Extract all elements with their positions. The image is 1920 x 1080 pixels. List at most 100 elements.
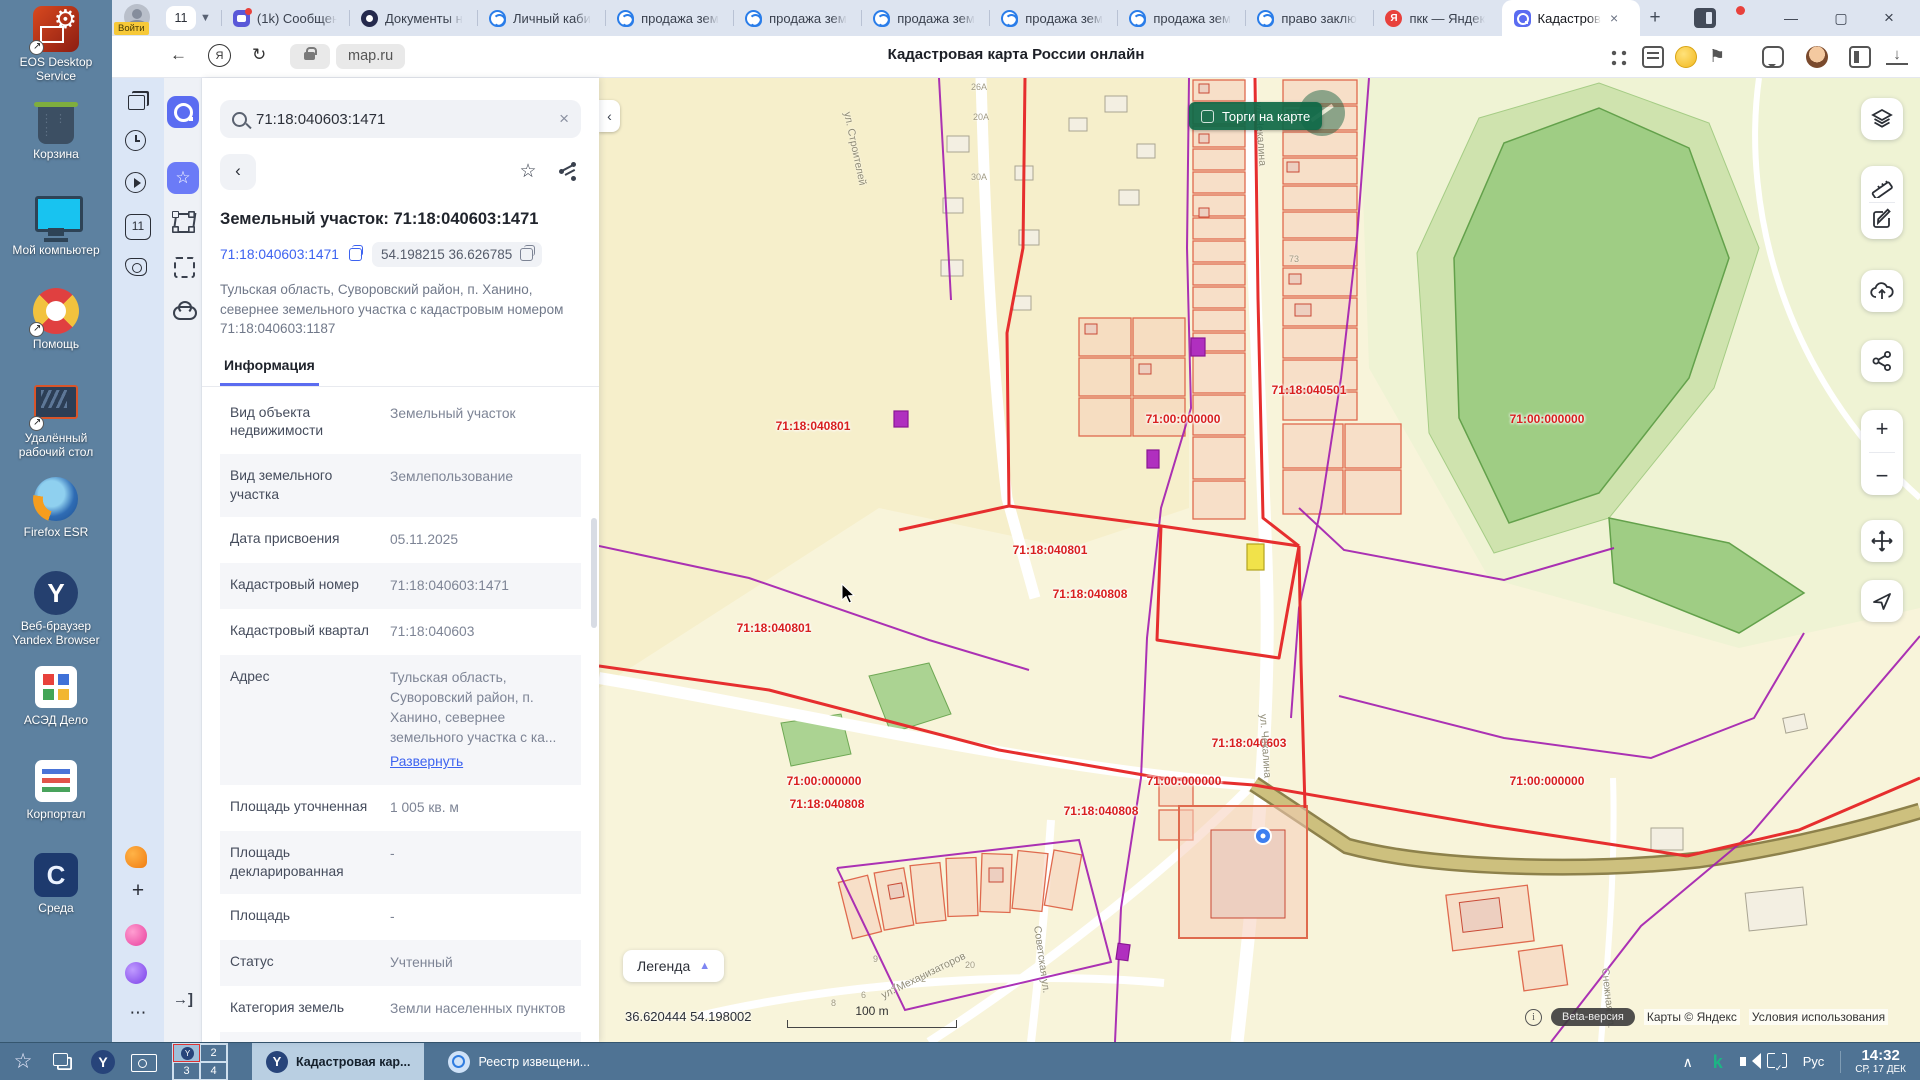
windows-list-icon[interactable] <box>46 1047 80 1077</box>
collapse-sidebar-icon[interactable]: →] <box>167 984 199 1016</box>
yandex-home-icon[interactable]: Я <box>208 44 231 67</box>
collapse-panel-button[interactable]: ‹ <box>599 100 620 132</box>
browser-tab[interactable]: продажа зем <box>733 0 861 36</box>
copy-icon[interactable] <box>349 248 362 261</box>
add-panel-icon[interactable]: + <box>125 878 151 904</box>
desktop-icon[interactable]: EOS Desktop Service <box>0 6 112 100</box>
messenger-dot-icon[interactable] <box>125 924 147 946</box>
chat-icon[interactable] <box>1762 46 1784 68</box>
new-tab-button[interactable]: + <box>1640 7 1670 29</box>
upload-button[interactable] <box>1861 270 1903 312</box>
workspace-1-current[interactable] <box>173 1044 200 1062</box>
layers-button[interactable] <box>1861 98 1903 140</box>
keyboard-layout[interactable]: Рус <box>1793 1054 1835 1069</box>
close-window-button[interactable]: × <box>1878 8 1900 28</box>
tab-count-pill[interactable]: 11 <box>166 6 196 30</box>
browser-tab[interactable]: право заклю <box>1245 0 1373 36</box>
workspace-cell[interactable]: 4 <box>200 1062 227 1080</box>
services-dot-icon[interactable] <box>125 962 147 984</box>
browser-tab[interactable]: Кадастров × <box>1502 0 1640 36</box>
panel-scrollbar[interactable] <box>591 518 597 628</box>
history-icon[interactable] <box>125 130 146 151</box>
browser-tab[interactable]: продажа зем <box>989 0 1117 36</box>
cadastral-map[interactable]: 71:18:04080171:00:00000071:18:04050171:0… <box>599 78 1920 1042</box>
tab-information[interactable]: Информация <box>220 357 319 386</box>
minimize-button[interactable]: — <box>1780 8 1802 28</box>
chevron-down-icon[interactable]: ▼ <box>200 12 211 24</box>
favorites-button[interactable]: ☆ <box>167 162 199 194</box>
desktop-icon[interactable]: Веб-браузер Yandex Browser <box>0 570 112 664</box>
coordinates-pill[interactable]: 54.198215 36.626785 <box>372 242 542 267</box>
desktop-icon[interactable]: Среда <box>0 852 112 946</box>
alice-icon[interactable] <box>125 846 147 868</box>
ruler-icon[interactable] <box>1870 174 1894 198</box>
login-badge[interactable]: Войти <box>114 22 149 35</box>
share-icon[interactable] <box>555 159 581 185</box>
more-options-icon[interactable]: ⋯ <box>125 1000 151 1026</box>
pan-button[interactable] <box>1861 520 1903 562</box>
bookmark-flag-icon[interactable] <box>1709 46 1731 68</box>
search-value[interactable]: 71:18:040603:1471 <box>256 111 550 128</box>
clear-search-icon[interactable]: × <box>559 109 569 129</box>
polygon-select-icon[interactable] <box>167 206 199 238</box>
expand-link[interactable]: Развернуть <box>390 752 571 772</box>
address-bar[interactable]: map.ru <box>336 44 405 69</box>
browser-tab[interactable]: продажа зем <box>605 0 733 36</box>
yandex-taskbar-icon[interactable] <box>86 1047 120 1077</box>
back-button[interactable]: ← <box>170 45 187 65</box>
user-avatar-icon[interactable] <box>1806 46 1828 68</box>
task-button[interactable]: Реестр извещени... <box>434 1043 604 1080</box>
file-manager-icon[interactable] <box>126 1047 160 1077</box>
zoom-in-button[interactable]: + <box>1861 410 1903 448</box>
browser-tab[interactable]: Документы н <box>349 0 477 36</box>
cloud-icon[interactable] <box>167 294 199 326</box>
reload-button[interactable]: ↻ <box>252 45 266 65</box>
workspace-cell[interactable]: 2 <box>200 1044 227 1062</box>
browser-tab[interactable]: (1k) Сообщен <box>221 0 349 36</box>
desktop-icon[interactable]: Удалённый рабочий стол <box>0 382 112 476</box>
checkbox-icon[interactable] <box>1201 110 1214 123</box>
panel-back-button[interactable]: ‹ <box>220 154 256 190</box>
terms-link[interactable]: Условия использования <box>1749 1009 1888 1025</box>
zoom-out-button[interactable]: − <box>1861 457 1903 495</box>
kaspersky-icon[interactable]: k <box>1703 1047 1733 1077</box>
browser-tab[interactable]: продажа зем <box>861 0 989 36</box>
maximize-button[interactable]: ▢ <box>1830 8 1852 28</box>
workspace-cell[interactable]: 3 <box>173 1062 200 1080</box>
downloads-icon[interactable]: ↓ <box>1886 46 1908 65</box>
display-status-icon[interactable] <box>1763 1047 1793 1077</box>
task-button[interactable]: Кадастровая кар... <box>252 1043 424 1080</box>
auctions-on-map-toggle[interactable]: Торги на карте <box>1189 102 1322 130</box>
cadastral-number-link[interactable]: 71:18:040603:1471 <box>220 247 339 262</box>
extensions-grid-icon[interactable] <box>1609 48 1627 66</box>
edit-icon[interactable] <box>1870 207 1894 231</box>
desktop-icon[interactable]: Корзина <box>0 100 112 194</box>
tabs-panel-icon[interactable] <box>1849 46 1871 68</box>
browser-profile[interactable]: Войти <box>112 0 158 36</box>
reading-mode-icon[interactable] <box>1642 46 1664 68</box>
search-input[interactable]: 71:18:040603:1471 × <box>220 100 581 138</box>
desktop-icon[interactable]: Firefox ESR <box>0 476 112 570</box>
browser-tab[interactable]: пкк — Яндек <box>1373 0 1501 36</box>
legend-toggle[interactable]: Легенда ▲ <box>623 950 724 982</box>
nspd-app-icon[interactable] <box>167 96 199 128</box>
copy-icon[interactable] <box>520 248 533 261</box>
volume-icon[interactable] <box>1733 1047 1763 1077</box>
clock[interactable]: 14:32 СР, 17 ДЕК <box>1847 1048 1920 1076</box>
favorite-star-icon[interactable]: ☆ <box>515 159 541 185</box>
tabs-count-icon[interactable]: 11 <box>125 214 151 240</box>
tab-counter[interactable]: 11 ▼ <box>166 6 211 30</box>
browser-tab[interactable]: Личный каби <box>477 0 605 36</box>
desktop-icon[interactable]: АСЭД Дело <box>0 664 112 758</box>
desktop-icon[interactable]: Мой компьютер <box>0 194 112 288</box>
tray-expand-icon[interactable]: ∧ <box>1673 1047 1703 1077</box>
locate-button[interactable] <box>1861 580 1903 622</box>
video-icon[interactable] <box>125 172 146 193</box>
site-security-pill[interactable] <box>290 44 330 69</box>
area-select-icon[interactable] <box>167 250 199 282</box>
info-icon[interactable]: i <box>1525 1009 1542 1026</box>
favorites-taskbar-icon[interactable]: ☆ <box>6 1047 40 1077</box>
browser-tab[interactable]: продажа зем <box>1117 0 1245 36</box>
side-panel-icon[interactable] <box>1694 8 1716 28</box>
share-map-button[interactable] <box>1861 340 1903 382</box>
